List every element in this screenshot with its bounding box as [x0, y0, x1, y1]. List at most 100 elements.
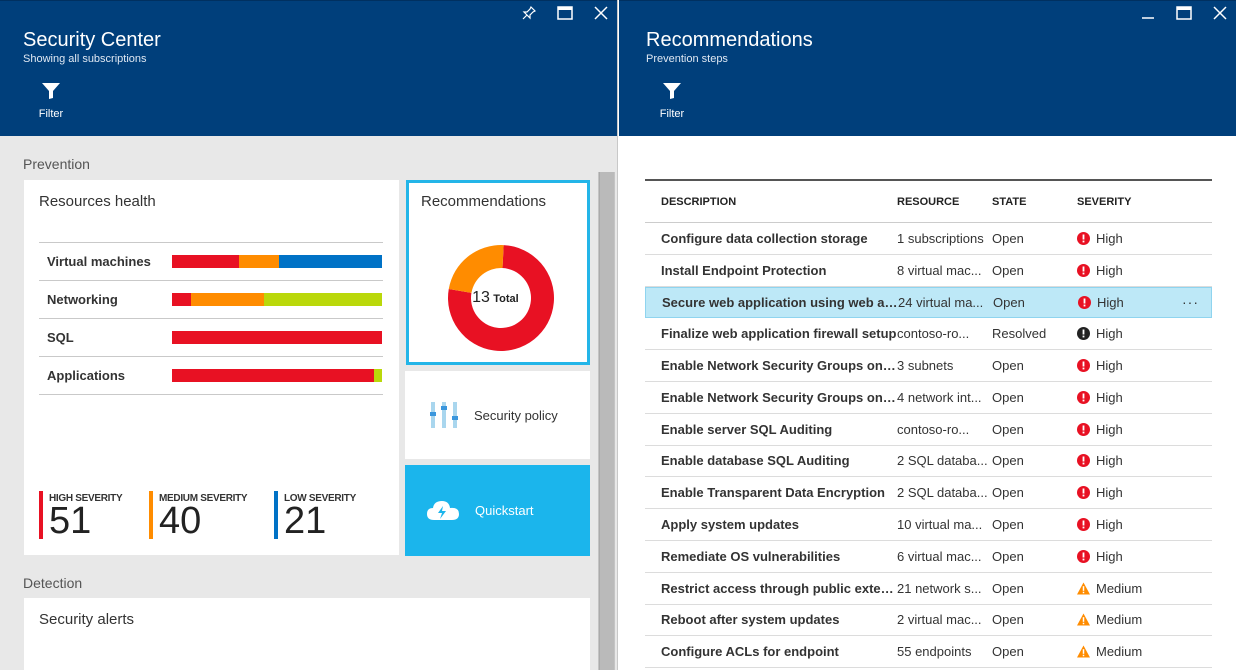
high-error-icon [1077, 454, 1090, 468]
table-row[interactable]: Apply system updates 10 virtual ma... Open… [645, 509, 1212, 541]
security-policy-tile[interactable]: Security policy [405, 371, 590, 459]
cell-state: Open [992, 485, 1024, 501]
high-error-icon [1077, 422, 1090, 436]
health-row[interactable]: Virtual machines [39, 243, 383, 281]
table-row[interactable]: Finalize web application firewall setup c… [645, 318, 1212, 351]
cell-description: Restrict access through public external.… [661, 580, 897, 596]
close-icon[interactable] [593, 5, 609, 21]
close-icon[interactable] [1212, 5, 1228, 21]
severity-text: High [1096, 453, 1123, 469]
medium-warning-icon [1077, 645, 1090, 658]
severity-text: High [1096, 358, 1123, 374]
cell-resource: 2 SQL databa... [897, 485, 988, 501]
table-row[interactable]: Enable server SQL Auditing contoso-ro... O… [645, 414, 1212, 446]
table-row[interactable]: Enable database SQL Auditing 2 SQL databa… [645, 446, 1212, 478]
cell-resource: contoso-ro... [897, 326, 970, 342]
cell-resource: 2 virtual mac... [897, 612, 982, 628]
cell-severity: High [1077, 517, 1177, 532]
health-bar-segment [279, 255, 382, 268]
health-bar-segment [190, 293, 265, 306]
severity-text: Medium [1096, 644, 1143, 660]
scroll-thumb[interactable] [599, 172, 614, 670]
cell-state: Open [992, 262, 1024, 278]
severity-text: High [1096, 230, 1123, 246]
table-row[interactable]: Secure web application using web appli..… [645, 286, 1212, 319]
severity-text: Medium [1096, 580, 1143, 596]
cell-state: Open [992, 548, 1024, 564]
vertical-scrollbar[interactable] [598, 172, 615, 670]
maximize-icon[interactable] [1176, 5, 1192, 21]
filter-label: Filter [38, 108, 64, 120]
maximize-icon[interactable] [557, 5, 573, 21]
table-row[interactable]: Enable Network Security Groups on net...… [645, 382, 1212, 414]
column-header-resource[interactable]: RESOURCE [897, 196, 992, 208]
recommendations-donut: 13 Total [448, 245, 554, 351]
filter-icon [663, 83, 681, 99]
cell-severity: Medium [1077, 644, 1177, 659]
severity-text: High [1096, 548, 1123, 564]
table-row[interactable]: Remediate OS vulnerabilities 6 virtual ma… [645, 541, 1212, 573]
resources-health-title: Resources health [39, 193, 156, 210]
table-row[interactable]: Enable Network Security Groups on sub...… [645, 350, 1212, 382]
health-row[interactable]: SQL [39, 319, 383, 357]
medium-severity-summary: MEDIUM SEVERITY 40 [149, 491, 248, 541]
security-center-blade: Security Center Showing all subscription… [0, 0, 618, 670]
filter-button[interactable]: Filter [36, 83, 66, 120]
severity-stripe [39, 491, 43, 539]
recommendations-tile[interactable]: Recommendations 13 Total [406, 180, 590, 365]
minimize-icon[interactable] [1140, 5, 1156, 21]
quickstart-tile[interactable]: Quickstart [405, 465, 590, 556]
pin-icon[interactable] [521, 5, 537, 21]
table-body: Configure data collection storage 1 subsc… [645, 223, 1212, 669]
cell-resource: 24 virtual ma... [898, 294, 984, 310]
security-policy-label: Security policy [474, 408, 558, 423]
column-header-state[interactable]: STATE [992, 196, 1077, 208]
blade-subtitle: Showing all subscriptions [23, 53, 147, 65]
filter-label: Filter [659, 108, 685, 120]
security-alerts-tile[interactable]: Security alerts [24, 598, 590, 670]
table-row[interactable]: Restrict access through public external.… [645, 573, 1212, 605]
cell-severity: High [1077, 549, 1177, 564]
filter-button[interactable]: Filter [657, 83, 687, 120]
health-row[interactable]: Applications [39, 357, 383, 395]
cell-severity: High [1077, 485, 1177, 500]
more-options-icon[interactable]: ··· [1182, 294, 1199, 310]
cell-resource: 8 virtual mac... [897, 262, 982, 278]
health-bar [172, 293, 382, 306]
cell-severity: High [1077, 263, 1177, 278]
table-row[interactable]: Reboot after system updates 2 virtual mac… [645, 605, 1212, 637]
recommendations-table: DESCRIPTION RESOURCE STATE SEVERITY Conf… [645, 179, 1212, 669]
cell-description: Install Endpoint Protection [661, 262, 827, 278]
health-bar [172, 369, 382, 382]
cell-resource: 1 subscriptions [897, 230, 984, 246]
resources-health-tile[interactable]: Resources health Virtual machines Network… [24, 180, 399, 555]
column-header-description[interactable]: DESCRIPTION [645, 196, 897, 208]
filter-icon [42, 83, 60, 99]
cell-description: Enable server SQL Auditing [661, 421, 833, 437]
severity-text: High [1096, 485, 1123, 501]
high-error-icon [1077, 549, 1090, 563]
severity-text: High [1096, 326, 1123, 342]
recommendations-tile-title: Recommendations [421, 193, 547, 210]
cell-severity: High [1077, 326, 1177, 341]
health-bar-segment [172, 369, 374, 382]
column-header-severity[interactable]: SEVERITY [1077, 196, 1177, 208]
prevention-section-label: Prevention [23, 156, 90, 172]
health-row-label: Applications [47, 368, 126, 383]
cell-severity: High [1077, 231, 1177, 246]
cell-description: Enable database SQL Auditing [661, 453, 850, 469]
table-row[interactable]: Install Endpoint Protection 8 virtual mac… [645, 255, 1212, 287]
table-row[interactable]: Configure ACLs for endpoint 55 endpoints O… [645, 636, 1212, 669]
cell-resource: 2 SQL databa... [897, 453, 988, 469]
health-row[interactable]: Networking [39, 281, 383, 319]
blade-title: Security Center [23, 29, 161, 51]
cell-description: Secure web application using web appli..… [662, 294, 898, 310]
quickstart-label: Quickstart [475, 503, 534, 518]
cell-state: Open [992, 453, 1024, 469]
table-row[interactable]: Enable Transparent Data Encryption 2 SQL … [645, 477, 1212, 510]
table-row[interactable]: Configure data collection storage 1 subsc… [645, 223, 1212, 255]
cell-severity: High [1077, 453, 1177, 468]
cell-description: Configure data collection storage [661, 230, 868, 246]
table-header: DESCRIPTION RESOURCE STATE SEVERITY [645, 181, 1212, 223]
cell-description: Reboot after system updates [661, 612, 840, 628]
